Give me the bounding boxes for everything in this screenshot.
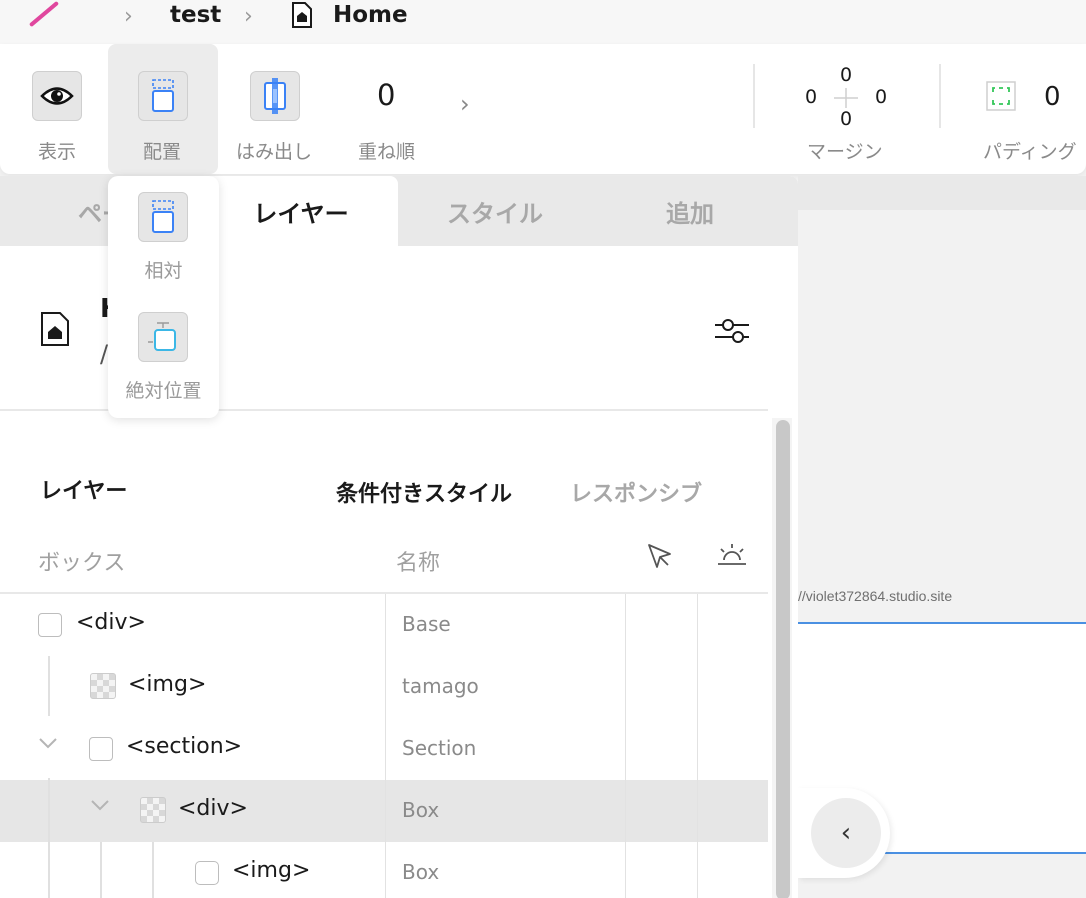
margin-top[interactable]: 0 xyxy=(840,64,852,86)
property-toolbar: 表示 配置 はみ出し 0 重ね順 › 0 0 0 0 マージン 0 パディング xyxy=(0,44,1086,174)
absolute-option-icon[interactable] xyxy=(138,312,188,362)
tree-guide xyxy=(48,778,50,898)
placement-label: 配置 xyxy=(143,141,182,163)
home-page-icon xyxy=(290,1,314,33)
divider xyxy=(753,64,755,128)
canvas-site-url: //violet372864.studio.site xyxy=(798,588,953,604)
display-button[interactable]: 表示 xyxy=(0,44,110,174)
chevron-right-icon[interactable]: › xyxy=(460,90,470,118)
placement-icon xyxy=(138,71,188,121)
layer-name: tamago xyxy=(402,674,479,698)
tree-guide xyxy=(100,842,102,898)
placement-menu: 相対 絶対位置 xyxy=(108,176,219,418)
conditional-style-tab[interactable]: 条件付きスタイル xyxy=(336,476,512,508)
canvas-ruler xyxy=(798,176,1086,210)
chevron-right-icon: › xyxy=(244,4,253,29)
padding-value[interactable]: 0 xyxy=(1044,82,1061,112)
home-page-icon xyxy=(40,311,70,351)
layer-name: Box xyxy=(402,860,440,884)
relative-option-icon[interactable] xyxy=(138,192,188,242)
tree-guide xyxy=(152,842,154,898)
margin-bottom[interactable]: 0 xyxy=(840,108,852,130)
column-divider xyxy=(697,594,698,898)
divider xyxy=(939,64,941,128)
column-box: ボックス xyxy=(38,551,126,576)
overflow-label: はみ出し xyxy=(236,141,313,163)
placement-button[interactable]: 配置 xyxy=(108,44,218,174)
layer-tag: <img> xyxy=(128,672,207,697)
absolute-option-label[interactable]: 絶対位置 xyxy=(108,376,219,403)
margin-right[interactable]: 0 xyxy=(875,86,887,108)
chevron-down-icon[interactable] xyxy=(90,796,110,817)
layer-tag: <div> xyxy=(178,796,248,821)
scrollbar-thumb[interactable] xyxy=(776,420,790,898)
chevron-right-icon: › xyxy=(124,4,133,29)
tab-style[interactable]: スタイル xyxy=(398,176,592,246)
cursor-pointer-icon[interactable] xyxy=(646,542,674,574)
tab-add[interactable]: 追加 xyxy=(592,176,788,246)
padding-icon xyxy=(986,81,1016,111)
image-thumbnail xyxy=(90,673,116,699)
divider xyxy=(0,592,768,594)
layer-tag: <div> xyxy=(76,610,146,635)
box-thumbnail xyxy=(140,797,166,823)
sunrise-icon[interactable] xyxy=(716,542,748,572)
overflow-button[interactable]: はみ出し xyxy=(220,44,330,174)
layer-name: Base xyxy=(402,612,451,636)
layer-tag: <img> xyxy=(232,858,311,883)
column-name: 名称 xyxy=(396,551,441,576)
margin-cross-icon xyxy=(834,88,858,108)
layer-tag: <section> xyxy=(126,734,243,759)
tab-layers[interactable]: レイヤー xyxy=(204,176,398,246)
responsive-tab[interactable]: レスポンシブ xyxy=(570,476,702,508)
column-divider xyxy=(625,594,626,898)
overflow-icon xyxy=(250,71,300,121)
page-path: / xyxy=(100,340,109,368)
eye-icon xyxy=(32,71,82,121)
chevron-left-icon[interactable]: ‹ xyxy=(811,798,881,868)
margin-left[interactable]: 0 xyxy=(805,86,817,108)
chevron-down-icon[interactable] xyxy=(38,734,58,755)
box-checkbox[interactable] xyxy=(38,613,62,637)
breadcrumb-page[interactable]: Home xyxy=(333,2,408,28)
table-row-selected-bg xyxy=(0,780,768,842)
box-checkbox[interactable] xyxy=(89,737,113,761)
tree-guide xyxy=(48,656,50,716)
relative-option-label[interactable]: 相対 xyxy=(108,256,219,283)
layers-section-title: レイヤー xyxy=(40,479,128,504)
column-divider xyxy=(385,594,386,898)
brand-logo[interactable] xyxy=(28,0,60,28)
breadcrumb-project[interactable]: test xyxy=(170,2,221,28)
zorder-value[interactable]: 0 xyxy=(377,78,395,112)
display-label: 表示 xyxy=(38,141,77,163)
image-thumbnail xyxy=(195,861,219,885)
settings-sliders-icon[interactable] xyxy=(714,316,750,350)
layer-name: Box xyxy=(402,798,440,822)
zorder-label: 重ね順 xyxy=(358,141,416,163)
layer-name: Section xyxy=(402,736,477,760)
padding-label: パディング xyxy=(983,141,1077,163)
breadcrumb: › test › Home xyxy=(0,0,1086,44)
margin-label: マージン xyxy=(807,141,883,163)
